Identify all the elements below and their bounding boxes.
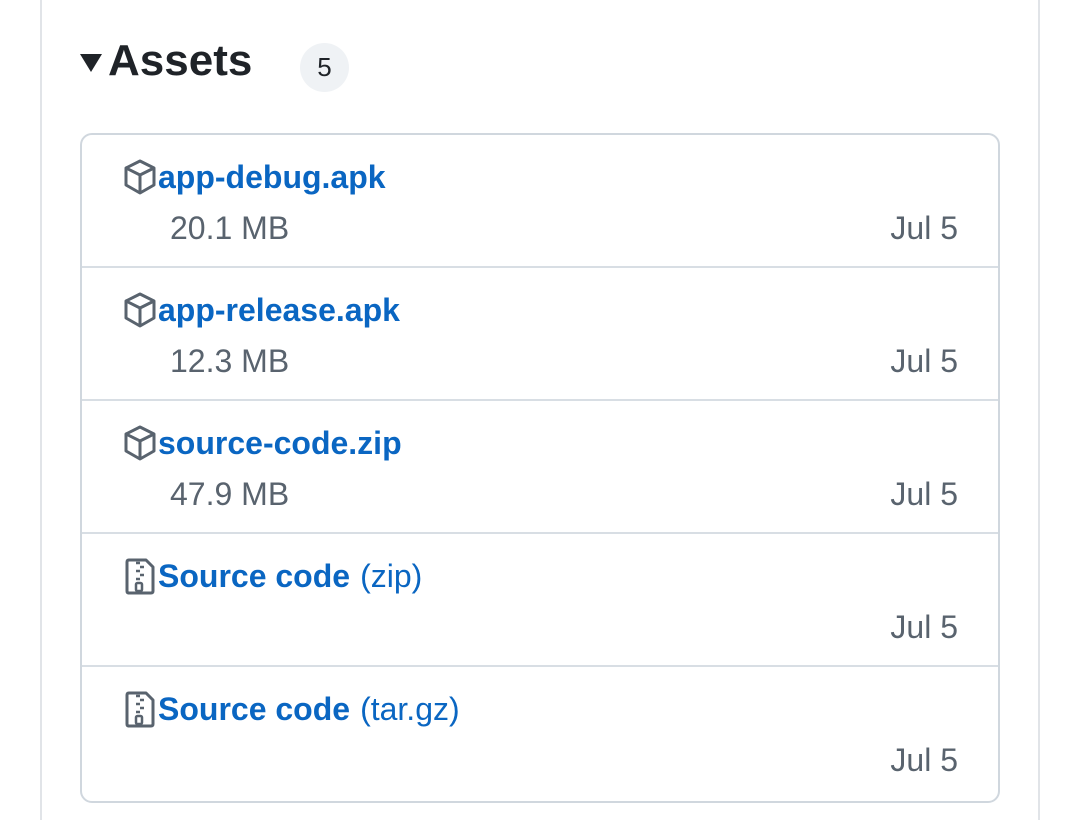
assets-title: Assets <box>108 36 253 85</box>
package-icon <box>124 292 156 328</box>
package-icon <box>124 159 156 195</box>
caret-down-icon <box>80 54 102 72</box>
asset-date: Jul 5 <box>890 742 958 778</box>
asset-date: Jul 5 <box>890 609 958 645</box>
asset-name: app-debug.apk <box>158 159 386 195</box>
asset-name: source-code.zip <box>158 425 402 461</box>
asset-format: (zip) <box>360 558 423 594</box>
asset-format: (tar.gz) <box>360 691 460 727</box>
asset-link-source-code-zip[interactable]: Source code (zip) <box>122 556 422 596</box>
package-icon <box>124 425 156 461</box>
asset-size: 12.3 MB <box>170 343 290 379</box>
asset-row: Source code (tar.gz) Jul 5 <box>82 667 998 800</box>
asset-name: app-release.apk <box>158 292 400 328</box>
asset-date: Jul 5 <box>890 343 958 379</box>
asset-size: 47.9 MB <box>170 476 290 512</box>
asset-name: Source code <box>158 558 351 594</box>
asset-row: source-code.zip 47.9 MB Jul 5 <box>82 401 998 534</box>
asset-size: 20.1 MB <box>170 210 290 246</box>
asset-name: Source code <box>158 691 351 727</box>
asset-row: Source code (zip) Jul 5 <box>82 534 998 667</box>
asset-link-app-release[interactable]: app-release.apk <box>122 290 400 330</box>
asset-list: app-debug.apk 20.1 MB Jul 5 app-release.… <box>80 133 1000 803</box>
asset-link-source-code-zip-file[interactable]: source-code.zip <box>122 423 402 463</box>
asset-link-source-code-tar-gz[interactable]: Source code (tar.gz) <box>122 689 460 729</box>
assets-count-badge: 5 <box>300 43 349 92</box>
asset-date: Jul 5 <box>890 210 958 246</box>
asset-row: app-release.apk 12.3 MB Jul 5 <box>82 268 998 401</box>
asset-date: Jul 5 <box>890 476 958 512</box>
asset-link-app-debug[interactable]: app-debug.apk <box>122 157 386 197</box>
asset-row: app-debug.apk 20.1 MB Jul 5 <box>82 135 998 268</box>
file-zip-icon <box>125 691 155 728</box>
assets-toggle[interactable]: Assets <box>80 36 252 86</box>
file-zip-icon <box>125 558 155 595</box>
